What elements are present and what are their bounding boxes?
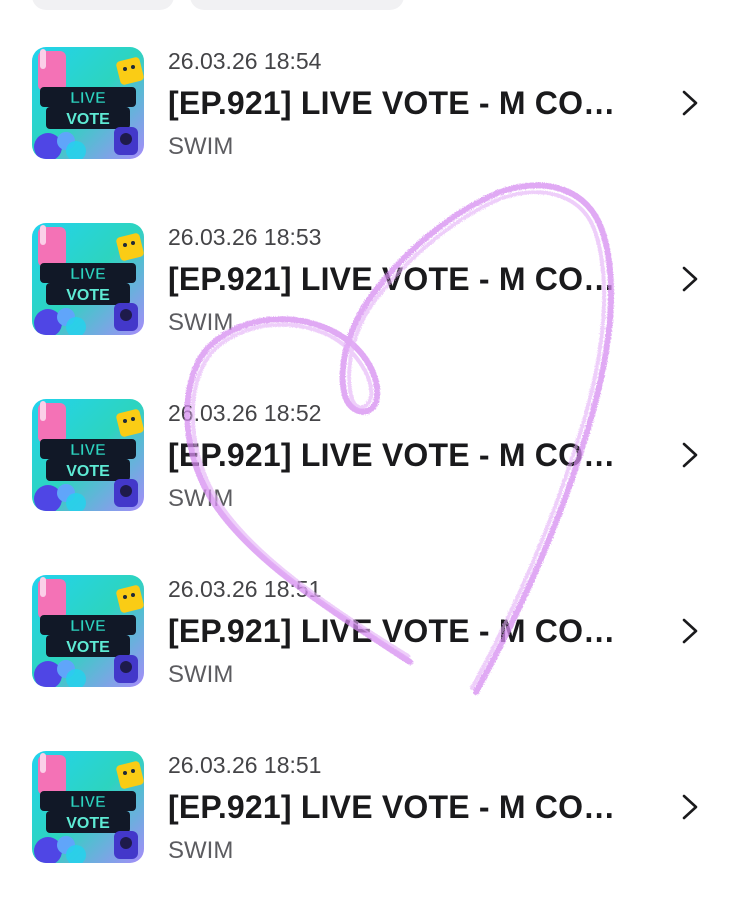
list-item[interactable]: LIVE VOTE 26.03.26 18:52 [EP.921] LIVE VOTE… xyxy=(0,399,734,512)
live-vote-artwork: LIVE VOTE xyxy=(32,223,144,335)
artist-name: SWIM xyxy=(168,485,234,512)
vote-timestamp: 26.03.26 18:54 xyxy=(168,48,322,74)
vote-timestamp: 26.03.26 18:52 xyxy=(168,400,322,426)
list-item[interactable]: LIVE VOTE 26.03.26 18:53 [EP.921] LIVE VOTE… xyxy=(0,223,734,336)
artist-name: SWIM xyxy=(168,837,234,864)
vote-title: [EP.921] LIVE VOTE - M COUNTDOWN xyxy=(168,437,628,473)
live-vote-artwork: LIVE VOTE xyxy=(32,575,144,687)
artwork-text-top: LIVE xyxy=(70,442,106,459)
chevron-right-icon[interactable] xyxy=(676,791,704,823)
artwork-text-bottom: VOTE xyxy=(66,815,110,832)
vote-timestamp: 26.03.26 18:51 xyxy=(168,752,322,778)
vote-title: [EP.921] LIVE VOTE - M COUNTDOWN xyxy=(168,261,628,297)
live-vote-artwork: LIVE VOTE xyxy=(32,751,144,863)
artwork-text-top: LIVE xyxy=(70,90,106,107)
artist-name: SWIM xyxy=(168,661,234,688)
live-vote-artwork: LIVE VOTE xyxy=(32,399,144,511)
artist-name: SWIM xyxy=(168,309,234,336)
list-item[interactable]: LIVE VOTE 26.03.26 18:51 [EP.921] LIVE VOTE… xyxy=(0,751,734,864)
vote-title: [EP.921] LIVE VOTE - M COUNTDOWN xyxy=(168,85,628,121)
filter-chip[interactable] xyxy=(190,0,404,10)
vote-title: [EP.921] LIVE VOTE - M COUNTDOWN xyxy=(168,789,628,825)
artwork-text-top: LIVE xyxy=(70,266,106,283)
artist-name: SWIM xyxy=(168,133,234,160)
artwork-text-bottom: VOTE xyxy=(66,463,110,480)
list-item[interactable]: LIVE VOTE 26.03.26 18:51 [EP.921] LIVE VOTE… xyxy=(0,575,734,688)
artwork-text-top: LIVE xyxy=(70,618,106,635)
vote-title: [EP.921] LIVE VOTE - M COUNTDOWN xyxy=(168,613,628,649)
artwork-text-bottom: VOTE xyxy=(66,639,110,656)
chevron-right-icon[interactable] xyxy=(676,263,704,295)
live-vote-artwork: LIVE VOTE xyxy=(32,47,144,159)
chevron-right-icon[interactable] xyxy=(676,439,704,471)
artwork-text-bottom: VOTE xyxy=(66,111,110,128)
chevron-right-icon[interactable] xyxy=(676,87,704,119)
artwork-text-top: LIVE xyxy=(70,794,106,811)
filter-chip[interactable] xyxy=(32,0,174,10)
list-item[interactable]: LIVE VOTE 26.03.26 18:54 [EP.921] LIVE VOTE… xyxy=(0,47,734,160)
vote-timestamp: 26.03.26 18:53 xyxy=(168,224,322,250)
artwork-text-bottom: VOTE xyxy=(66,287,110,304)
chevron-right-icon[interactable] xyxy=(676,615,704,647)
vote-timestamp: 26.03.26 18:51 xyxy=(168,576,322,602)
